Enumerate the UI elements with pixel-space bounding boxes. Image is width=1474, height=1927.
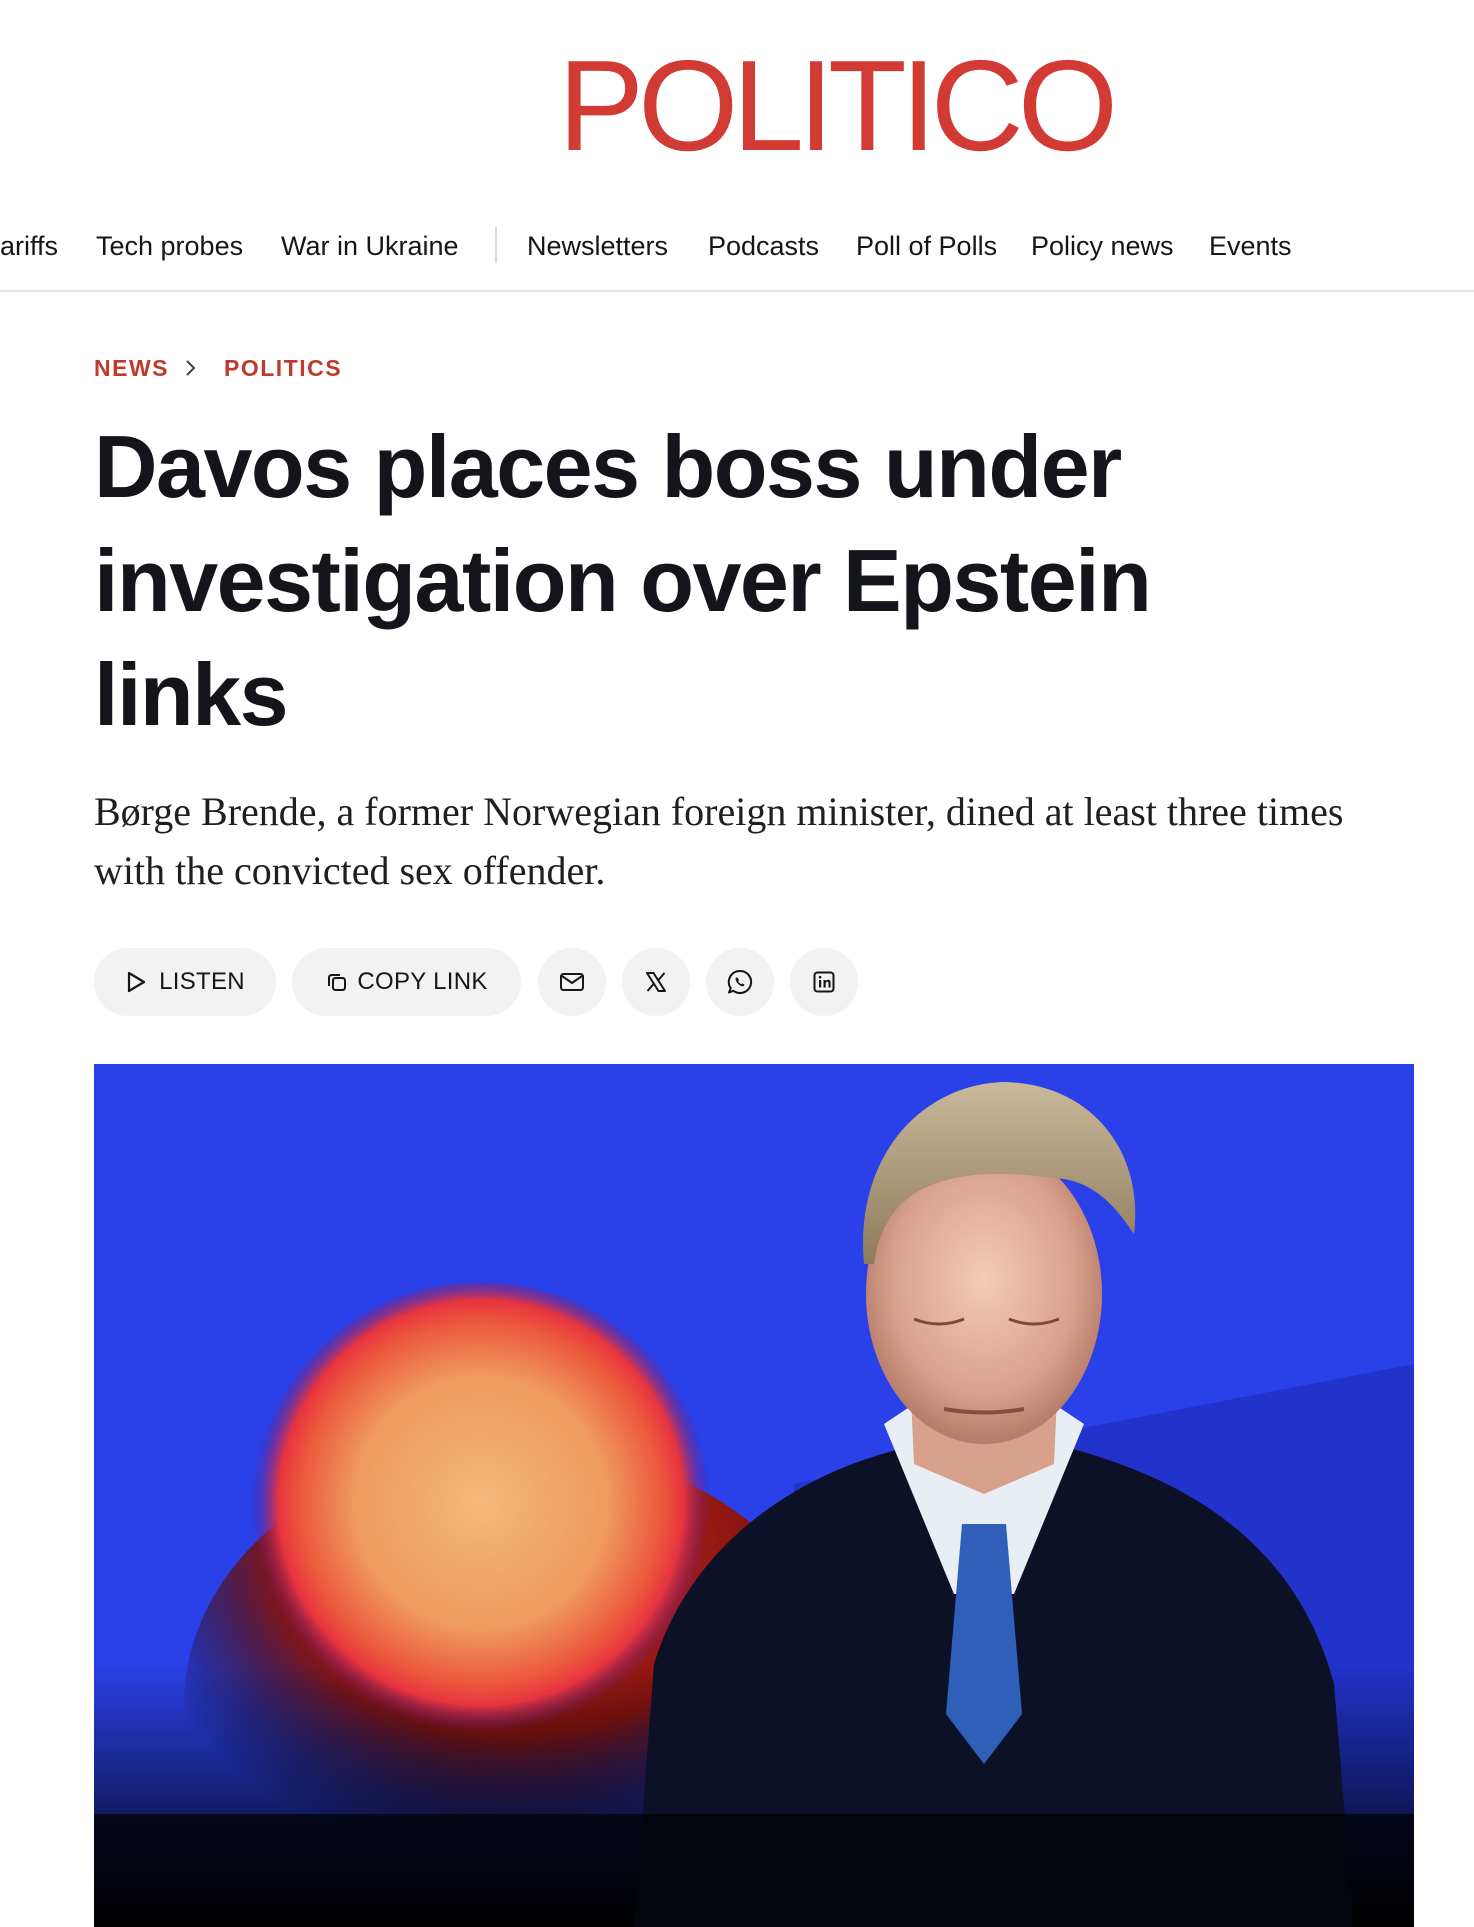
nav-item-tariffs[interactable]: ariffs <box>0 229 58 263</box>
article-photo <box>94 1064 1414 1927</box>
nav-item-events[interactable]: Events <box>1209 229 1292 263</box>
copy-icon <box>325 970 349 994</box>
main-nav: ariffs Tech probes War in Ukraine Newsle… <box>0 200 1474 292</box>
share-email-button[interactable] <box>538 948 606 1016</box>
nav-item-poll-of-polls[interactable]: Poll of Polls <box>856 229 997 263</box>
play-icon <box>125 970 147 994</box>
share-whatsapp-button[interactable] <box>706 948 774 1016</box>
share-linkedin-button[interactable] <box>790 948 858 1016</box>
header: POLITICO <box>0 0 1474 200</box>
breadcrumb-politics[interactable]: POLITICS <box>224 355 342 382</box>
copy-link-label: COPY LINK <box>357 968 488 995</box>
copy-link-button[interactable]: COPY LINK <box>292 948 521 1016</box>
site-logo[interactable]: POLITICO <box>558 42 1118 171</box>
chevron-right-icon <box>184 356 198 386</box>
email-icon <box>559 971 585 993</box>
x-icon <box>644 970 668 994</box>
listen-button[interactable]: LISTEN <box>94 948 276 1016</box>
whatsapp-icon <box>726 968 754 996</box>
share-x-button[interactable] <box>622 948 690 1016</box>
article-title: Davos places boss under investigation ov… <box>94 417 1152 744</box>
article-subtitle: Børge Brende, a former Norwegian foreign… <box>94 789 1344 893</box>
nav-item-tech-probes[interactable]: Tech probes <box>96 229 243 263</box>
breadcrumb-news[interactable]: NEWS <box>94 355 169 382</box>
nav-item-podcasts[interactable]: Podcasts <box>708 229 819 263</box>
linkedin-icon <box>812 970 836 994</box>
nav-divider <box>495 227 497 263</box>
nav-item-war-in-ukraine[interactable]: War in Ukraine <box>281 229 459 263</box>
nav-item-policy-news[interactable]: Policy news <box>1031 229 1174 263</box>
listen-label: LISTEN <box>159 968 245 995</box>
hero-image <box>94 1064 1414 1927</box>
nav-item-newsletters[interactable]: Newsletters <box>527 229 668 263</box>
